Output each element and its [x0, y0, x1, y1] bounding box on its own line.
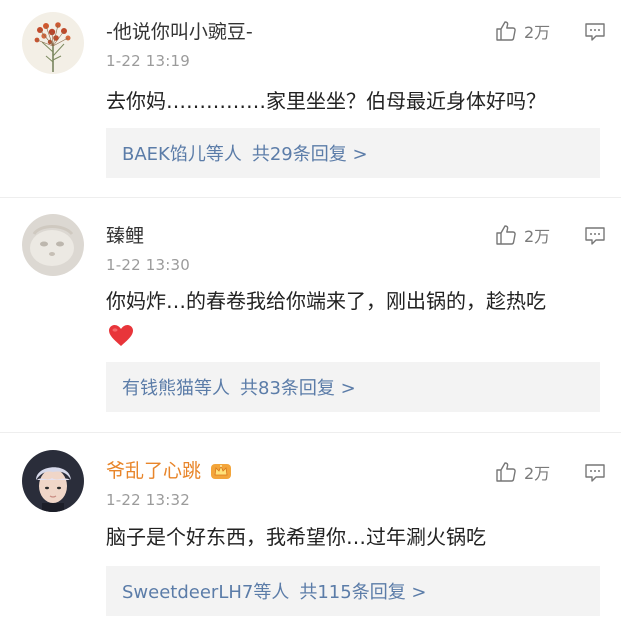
- reply-names: SweetdeerLH7等人: [122, 582, 290, 603]
- replies-preview[interactable]: BAEK馅儿等人 共29条回复 >: [106, 128, 600, 178]
- like-button[interactable]: 2万: [494, 460, 550, 484]
- timestamp: 1-22 13:30: [106, 256, 191, 274]
- heart-icon: [108, 324, 134, 352]
- username[interactable]: -他说你叫小豌豆-: [106, 20, 253, 44]
- divider: [0, 197, 621, 198]
- avatar[interactable]: [22, 214, 84, 276]
- avatar[interactable]: [22, 450, 84, 512]
- reply-button[interactable]: [584, 22, 606, 46]
- reply-summary: 共29条回复 >: [251, 144, 368, 165]
- comment-text: 去你妈……………家里坐坐？伯母最近身体好吗？: [106, 89, 546, 113]
- avatar[interactable]: [22, 12, 84, 74]
- reply-summary: 共115条回复 >: [299, 582, 427, 603]
- replies-preview[interactable]: SweetdeerLH7等人 共115条回复 >: [106, 566, 600, 616]
- like-count: 2万: [524, 464, 551, 483]
- timestamp: 1-22 13:32: [106, 491, 191, 509]
- timestamp: 1-22 13:19: [106, 52, 191, 70]
- username[interactable]: 爷乱了心跳: [106, 459, 232, 486]
- reply-button[interactable]: [584, 226, 606, 250]
- reply-names: 有钱熊猫等人: [122, 378, 230, 399]
- comment-icon: [585, 464, 605, 482]
- reply-names: BAEK馅儿等人: [122, 144, 242, 165]
- username-text: 爷乱了心跳: [106, 460, 202, 482]
- comment-text: 你妈炸…的春卷我给你端来了，刚出锅的，趁热吃: [106, 289, 546, 313]
- thumbs-up-icon: [496, 225, 516, 245]
- like-button[interactable]: 2万: [494, 19, 550, 43]
- like-count: 2万: [524, 227, 551, 246]
- thumbs-up-icon: [496, 21, 516, 41]
- comment-icon: [585, 227, 605, 245]
- comment-text: 脑子是个好东西，我希望你…过年涮火锅吃: [106, 525, 486, 549]
- reply-button[interactable]: [584, 463, 606, 487]
- like-button[interactable]: 2万: [494, 223, 550, 247]
- username[interactable]: 臻鲤: [106, 224, 144, 248]
- replies-preview[interactable]: 有钱熊猫等人 共83条回复 >: [106, 362, 600, 412]
- divider: [0, 432, 621, 433]
- reply-summary: 共83条回复 >: [240, 378, 356, 399]
- comment-icon: [585, 23, 605, 41]
- crown-badge-icon: [210, 460, 232, 486]
- like-count: 2万: [524, 23, 551, 42]
- thumbs-up-icon: [496, 462, 516, 482]
